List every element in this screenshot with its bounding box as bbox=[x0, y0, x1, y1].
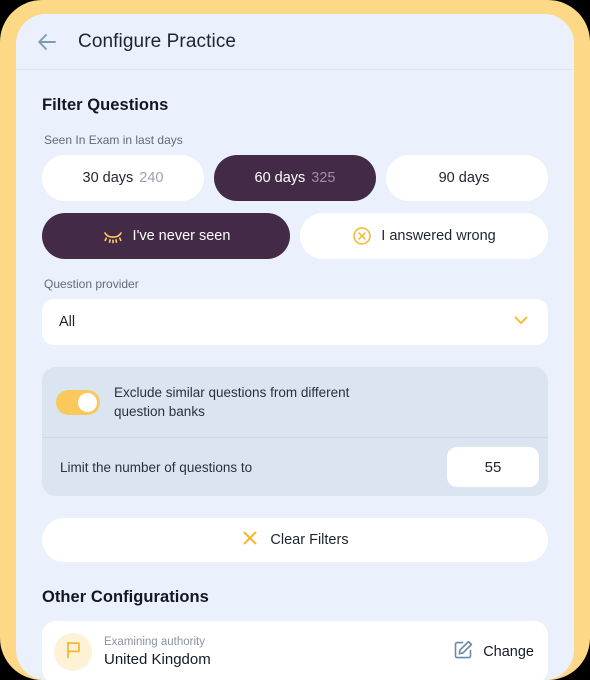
x-circle-icon bbox=[352, 226, 372, 246]
pill-never-seen[interactable]: I've never seen bbox=[42, 213, 290, 259]
question-provider-value: All bbox=[59, 314, 511, 330]
question-provider-select[interactable]: All bbox=[42, 299, 548, 345]
seen-in-exam-label: Seen In Exam in last days bbox=[44, 133, 562, 147]
app-header: Configure Practice bbox=[16, 14, 574, 70]
chip-label: 30 days bbox=[83, 170, 134, 186]
chip-label: 60 days bbox=[255, 170, 306, 186]
pill-answered-wrong[interactable]: I answered wrong bbox=[300, 213, 548, 259]
limit-questions-input[interactable] bbox=[447, 447, 539, 487]
chip-30-days[interactable]: 30 days 240 bbox=[42, 155, 204, 201]
day-chip-row: 30 days 240 60 days 325 90 days bbox=[28, 155, 562, 201]
pill-label: I answered wrong bbox=[381, 228, 495, 244]
clear-filters-label: Clear Filters bbox=[270, 532, 348, 548]
chip-count: 325 bbox=[311, 170, 335, 186]
filter-questions-heading: Filter Questions bbox=[42, 96, 562, 115]
arrow-left-icon bbox=[35, 30, 59, 54]
chip-60-days[interactable]: 60 days 325 bbox=[214, 155, 376, 201]
pill-label: I've never seen bbox=[133, 228, 231, 244]
toggle-knob bbox=[78, 393, 97, 412]
edit-square-icon bbox=[453, 639, 474, 665]
change-authority-button[interactable]: Change bbox=[453, 639, 534, 665]
eye-closed-icon bbox=[102, 227, 124, 245]
exclude-similar-row: Exclude similar questions from different… bbox=[42, 367, 548, 437]
back-button[interactable] bbox=[30, 25, 64, 59]
device-frame: Configure Practice Filter Questions Seen… bbox=[0, 0, 590, 680]
settings-card: Exclude similar questions from different… bbox=[42, 367, 548, 496]
page-title: Configure Practice bbox=[78, 31, 236, 53]
clear-filters-button[interactable]: Clear Filters bbox=[42, 518, 548, 562]
status-pill-row: I've never seen I answered wrong bbox=[28, 213, 562, 259]
exclude-similar-label: Exclude similar questions from different… bbox=[114, 383, 404, 421]
other-configurations-heading: Other Configurations bbox=[42, 588, 562, 607]
limit-questions-label: Limit the number of questions to bbox=[60, 460, 447, 475]
examining-authority-text: Examining authority United Kingdom bbox=[104, 634, 453, 670]
limit-questions-row: Limit the number of questions to bbox=[42, 437, 548, 496]
flag-icon bbox=[64, 640, 83, 665]
question-provider-label: Question provider bbox=[44, 277, 562, 291]
x-icon bbox=[241, 529, 259, 551]
app-screen: Configure Practice Filter Questions Seen… bbox=[16, 14, 574, 680]
exclude-similar-toggle[interactable] bbox=[56, 390, 100, 415]
examining-authority-value: United Kingdom bbox=[104, 650, 453, 670]
chip-90-days[interactable]: 90 days bbox=[386, 155, 548, 201]
flag-badge bbox=[54, 633, 92, 671]
chip-count: 240 bbox=[139, 170, 163, 186]
examining-authority-card[interactable]: Examining authority United Kingdom Chang… bbox=[42, 621, 548, 680]
chevron-down-icon bbox=[511, 310, 531, 335]
settings-content: Filter Questions Seen In Exam in last da… bbox=[16, 96, 574, 680]
chip-label: 90 days bbox=[439, 170, 490, 186]
change-label: Change bbox=[483, 644, 534, 660]
